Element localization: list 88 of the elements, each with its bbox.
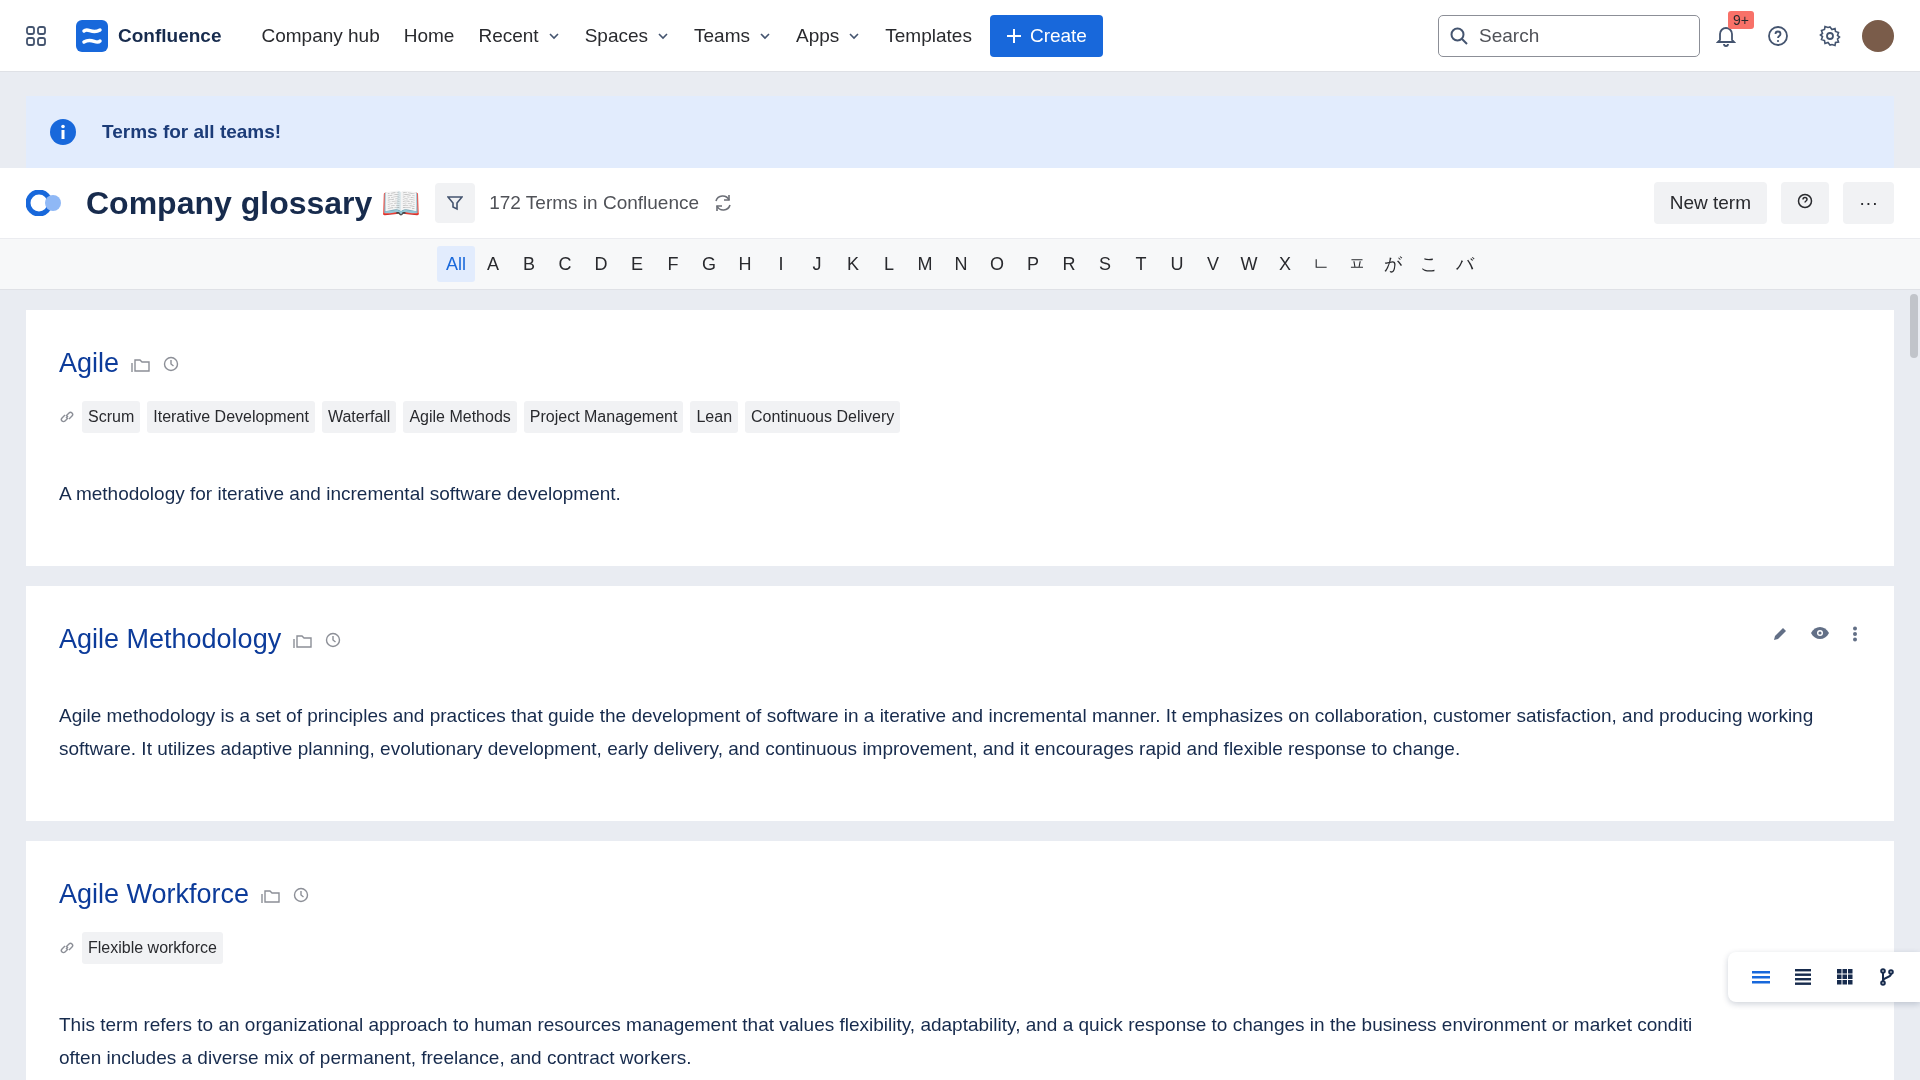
create-button[interactable]: Create xyxy=(989,14,1103,57)
tag[interactable]: Agile Methods xyxy=(403,401,517,433)
letter-filter[interactable]: H xyxy=(727,246,763,282)
help-icon xyxy=(1797,193,1813,209)
letter-filter[interactable]: All xyxy=(437,246,475,282)
tag[interactable]: Lean xyxy=(690,401,739,433)
search-icon xyxy=(1450,26,1468,45)
letter-filter[interactable]: C xyxy=(547,246,583,282)
nav-link[interactable]: Company hub xyxy=(249,16,392,55)
tag[interactable]: Flexible workforce xyxy=(82,932,223,964)
nav-link[interactable]: Apps xyxy=(784,16,874,55)
help-icon[interactable] xyxy=(1767,24,1789,47)
letter-filter[interactable]: B xyxy=(511,246,547,282)
page-title: Company glossary 📖 xyxy=(86,184,422,222)
tag[interactable]: Continuous Delivery xyxy=(745,401,901,433)
scrollbar[interactable] xyxy=(1910,294,1918,358)
letter-filter[interactable]: W xyxy=(1231,246,1267,282)
term-title[interactable]: Agile Workforce xyxy=(59,879,250,910)
help-button[interactable] xyxy=(1781,182,1829,224)
clock-icon[interactable] xyxy=(325,631,342,648)
letter-filter[interactable]: が xyxy=(1375,246,1411,282)
letter-filter[interactable]: U xyxy=(1159,246,1195,282)
tag[interactable]: Iterative Development xyxy=(147,401,315,433)
tag[interactable]: Project Management xyxy=(523,401,684,433)
letter-filter[interactable]: ㄴ xyxy=(1303,246,1339,282)
branch-icon xyxy=(1880,968,1894,986)
more-vertical-icon[interactable] xyxy=(1852,626,1858,642)
nav-link[interactable]: Templates xyxy=(873,16,984,55)
letter-filter[interactable]: バ xyxy=(1447,246,1483,282)
plus-icon xyxy=(1005,27,1022,44)
nav-link[interactable]: Spaces xyxy=(572,16,682,55)
menu-icon xyxy=(1752,970,1770,984)
link-icon xyxy=(59,940,75,956)
letter-filter[interactable]: N xyxy=(943,246,979,282)
letter-filter[interactable]: M xyxy=(907,246,943,282)
grid-icon xyxy=(1837,969,1853,985)
term-description: This term refers to an organizational approach to human resources management that values flexibility, adaptability, and a quick response to changes in the business environment or market conditi xyxy=(59,1013,1693,1037)
tag[interactable]: Waterfall xyxy=(321,401,397,433)
letter-filter[interactable]: R xyxy=(1051,246,1087,282)
letter-filter[interactable]: A xyxy=(475,246,511,282)
banner-text: Terms for all teams! xyxy=(102,121,282,143)
eye-icon[interactable] xyxy=(1810,626,1830,640)
info-icon xyxy=(50,119,76,145)
notification-badge: 9+ xyxy=(1728,10,1754,29)
letter-filter[interactable]: ㅍ xyxy=(1339,246,1375,282)
new-term-button[interactable]: New term xyxy=(1653,182,1767,224)
letter-filter[interactable]: D xyxy=(583,246,619,282)
link-icon xyxy=(59,409,75,425)
app-switcher-icon[interactable] xyxy=(26,25,46,46)
letter-filter[interactable]: P xyxy=(1015,246,1051,282)
term-description: A methodology for iterative and incremental software development. xyxy=(59,482,622,506)
term-count: 172 Terms in Confluence xyxy=(489,192,700,214)
filter-icon xyxy=(447,195,464,211)
letter-filter[interactable]: こ xyxy=(1411,246,1447,282)
bell-icon[interactable] xyxy=(1716,24,1736,47)
pencil-icon[interactable] xyxy=(1772,626,1788,642)
nav-link[interactable]: Teams xyxy=(682,16,784,55)
clock-icon[interactable] xyxy=(293,886,310,903)
search-field[interactable]: Search xyxy=(1438,14,1700,57)
term-title[interactable]: Agile xyxy=(59,348,120,379)
letter-filter[interactable]: J xyxy=(799,246,835,282)
letter-filter[interactable]: F xyxy=(655,246,691,282)
glossary-logo-icon xyxy=(26,190,64,216)
letter-filter[interactable]: L xyxy=(871,246,907,282)
term-description: often includes a diverse mix of permanent, freelance, and contract workers. xyxy=(59,1046,692,1070)
letter-filter[interactable]: G xyxy=(691,246,727,282)
tag[interactable]: Scrum xyxy=(82,401,141,433)
confluence-logo-icon[interactable] xyxy=(76,19,108,52)
letter-filter[interactable]: V xyxy=(1195,246,1231,282)
nav-link[interactable]: Recent xyxy=(466,16,573,55)
term-title[interactable]: Agile Methodology xyxy=(59,624,282,655)
letter-filter[interactable]: O xyxy=(979,246,1015,282)
filter-button[interactable] xyxy=(435,183,476,223)
letter-filter[interactable]: E xyxy=(619,246,655,282)
letter-filter[interactable]: S xyxy=(1087,246,1123,282)
list-icon xyxy=(1795,969,1811,985)
letter-filter[interactable]: K xyxy=(835,246,871,282)
letter-filter[interactable]: T xyxy=(1123,246,1159,282)
settings-icon[interactable] xyxy=(1819,24,1841,47)
clock-icon[interactable] xyxy=(163,355,180,372)
letter-filter[interactable]: X xyxy=(1267,246,1303,282)
user-avatar[interactable] xyxy=(1862,19,1894,52)
refresh-icon[interactable] xyxy=(713,193,734,213)
more-button[interactable]: ··· xyxy=(1843,182,1894,224)
nav-link[interactable]: Home xyxy=(391,16,467,55)
product-name[interactable]: Confluence xyxy=(118,24,222,47)
term-description: Agile methodology is a set of principles and practices that guide the development of software in a iterative and incremental manner. It emphasizes on collaboration, customer satisfaction, and producing working software. It utilizes adaptive planning, evolutionary development, early delivery, and continuous improvement, and it encourages rapid and flexible response to change. xyxy=(59,704,1815,761)
letter-filter[interactable]: I xyxy=(763,246,799,282)
